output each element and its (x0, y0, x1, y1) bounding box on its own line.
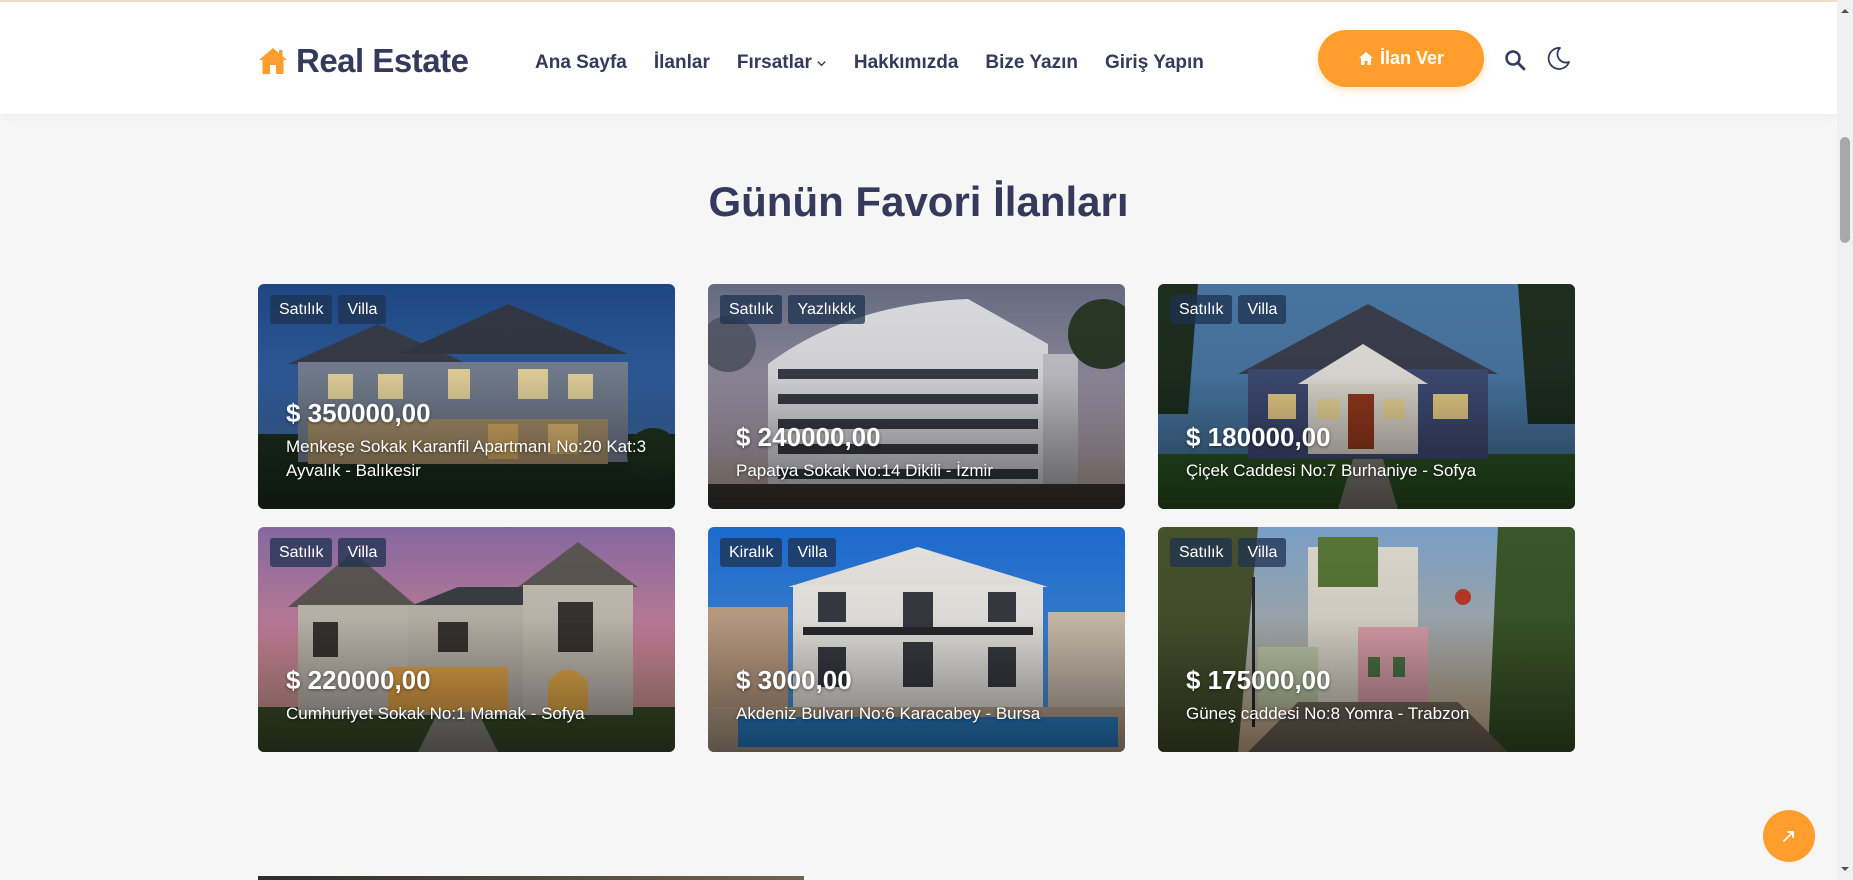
status-badge: Satılık (270, 538, 333, 567)
type-badge: Villa (338, 295, 387, 324)
status-badge: Satılık (270, 295, 333, 324)
site-header: Real Estate Ana Sayfa İlanlar Fırsatlar … (0, 0, 1837, 114)
listing-badges: Kiralık Villa (720, 538, 837, 567)
listing-badges: Satılık Villa (1170, 295, 1287, 324)
next-section-edge (258, 876, 804, 880)
search-icon[interactable] (1504, 49, 1526, 71)
status-badge: Satılık (1170, 295, 1233, 324)
home-icon (1358, 52, 1373, 65)
nav-item-about[interactable]: Hakkımızda (854, 52, 959, 74)
nav-label: Fırsatlar (736, 52, 812, 73)
listing-price: $ 175000,00 (1186, 665, 1331, 695)
listing-address: Güneş caddesi No:8 Yomra - Trabzon (1186, 704, 1470, 723)
type-badge: Villa (1238, 538, 1287, 567)
status-badge: Satılık (1170, 538, 1233, 567)
listing-address: Çiçek Caddesi No:7 Burhaniye - Sofya (1186, 461, 1477, 480)
nav-item-login[interactable]: Giriş Yapın (1105, 52, 1204, 74)
nav-label: Hakkımızda (853, 52, 959, 73)
moon-icon[interactable] (1546, 46, 1571, 71)
listing-address: Papatya Sokak No:14 Dikili - İzmir (736, 461, 993, 480)
nav-item-deals[interactable]: Fırsatlar (737, 52, 827, 74)
type-badge: Yazlıkkk (788, 295, 865, 324)
listing-card[interactable]: Satılık Villa $ 220000,00 Cumhuriyet Sok… (258, 527, 675, 752)
listing-address: Menkeşe Sokak Karanfil Apartmanı No:20 K… (286, 437, 647, 480)
scroll-down-arrow-icon[interactable] (1840, 864, 1850, 874)
arrow-up-icon (1783, 831, 1794, 842)
post-listing-button[interactable]: İlan Ver (1318, 30, 1484, 87)
nav-item-contact[interactable]: Bize Yazın (985, 52, 1078, 74)
listing-price: $ 220000,00 (286, 665, 431, 695)
main-nav: Ana Sayfa İlanlar Fırsatlar Hakkımızda B… (535, 52, 1231, 74)
nav-label: İlanlar (653, 52, 710, 73)
logo-text: Real Estate (296, 42, 469, 79)
favorite-listings-grid: Satılık Villa $ 350000,00 Menkeşe Sokak … (258, 284, 1575, 752)
listing-card[interactable]: Satılık Villa $ 350000,00 Menkeşe Sokak … (258, 284, 675, 509)
listing-info: $ 175000,00 Güneş caddesi No:8 Yomra - T… (1186, 665, 1555, 726)
nav-item-listings[interactable]: İlanlar (654, 52, 710, 74)
listing-info: $ 180000,00 Çiçek Caddesi No:7 Burhaniye… (1186, 422, 1555, 483)
type-badge: Villa (788, 538, 837, 567)
logo[interactable]: Real Estate (258, 42, 469, 80)
type-badge: Villa (338, 538, 387, 567)
status-badge: Satılık (720, 295, 783, 324)
listing-address: Akdeniz Bulvarı No:6 Karacabey - Bursa (736, 704, 1041, 723)
post-listing-label: İlan Ver (1379, 48, 1445, 68)
listing-badges: Satılık Yazlıkkk (720, 295, 865, 324)
status-badge: Kiralık (720, 538, 783, 567)
listing-card[interactable]: Satılık Villa $ 180000,00 Çiçek Caddesi … (1158, 284, 1575, 509)
home-icon (259, 48, 287, 74)
listing-info: $ 220000,00 Cumhuriyet Sokak No:1 Mamak … (286, 665, 655, 726)
type-badge: Villa (1238, 295, 1287, 324)
nav-label: Bize Yazın (985, 52, 1078, 73)
listing-card[interactable]: Satılık Villa $ 175000,00 Güneş caddesi … (1158, 527, 1575, 752)
section-title: Günün Favori İlanları (708, 178, 1129, 225)
page-scrollbar[interactable] (1837, 0, 1853, 880)
listing-price: $ 240000,00 (736, 422, 881, 452)
listing-card[interactable]: Kiralık Villa $ 3000,00 Akdeniz Bulvarı … (708, 527, 1125, 752)
listing-badges: Satılık Villa (1170, 538, 1287, 567)
scroll-up-arrow-icon[interactable] (1840, 6, 1850, 16)
nav-item-home[interactable]: Ana Sayfa (535, 52, 627, 74)
listing-card[interactable]: Satılık Yazlıkkk $ 240000,00 Papatya Sok… (708, 284, 1125, 509)
listing-info: $ 240000,00 Papatya Sokak No:14 Dikili -… (736, 422, 1105, 483)
listing-price: $ 350000,00 (286, 398, 431, 428)
listing-badges: Satılık Villa (270, 295, 387, 324)
listing-badges: Satılık Villa (270, 538, 387, 567)
listing-info: $ 3000,00 Akdeniz Bulvarı No:6 Karacabey… (736, 665, 1105, 726)
chevron-down-icon (817, 60, 826, 66)
listing-price: $ 3000,00 (736, 665, 852, 695)
nav-label: Giriş Yapın (1104, 52, 1204, 73)
listing-info: $ 350000,00 Menkeşe Sokak Karanfil Apart… (286, 398, 655, 483)
listing-address: Cumhuriyet Sokak No:1 Mamak - Sofya (286, 704, 585, 723)
back-to-top-button[interactable] (1763, 810, 1815, 862)
scrollbar-thumb[interactable] (1840, 137, 1850, 243)
nav-label: Ana Sayfa (535, 52, 627, 73)
listing-price: $ 180000,00 (1186, 422, 1331, 452)
